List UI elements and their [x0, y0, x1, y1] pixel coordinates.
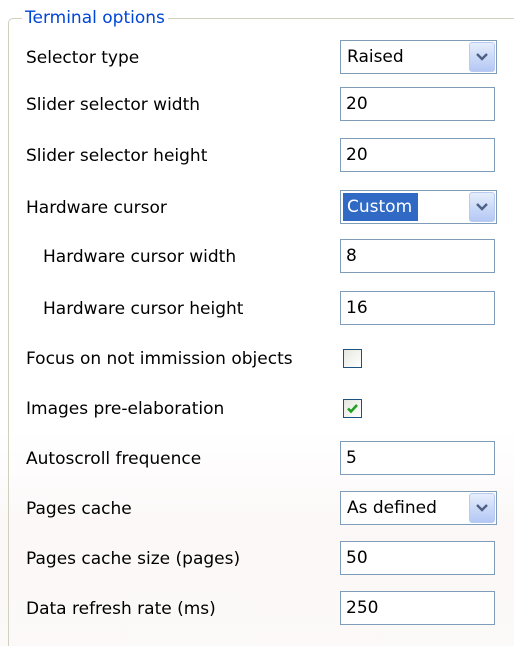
row-focus-on-not-immission: Focus on not immission objects [0, 340, 514, 378]
group-title: Terminal options [22, 7, 168, 29]
hardware-cursor-label: Hardware cursor [26, 198, 167, 218]
row-slider-selector-width: Slider selector width 20 [0, 86, 514, 124]
slider-selector-width-label: Slider selector width [26, 95, 201, 115]
focus-on-not-immission-checkbox[interactable] [343, 349, 362, 368]
hardware-cursor-dropdown[interactable]: Custom [340, 190, 497, 224]
checkmark-icon [347, 404, 358, 414]
pages-cache-size-label: Pages cache size (pages) [26, 549, 241, 569]
row-pages-cache: Pages cache As defined [0, 490, 514, 528]
hardware-cursor-dropdown-button[interactable] [469, 192, 495, 222]
chevron-down-icon [476, 53, 488, 61]
row-selector-type: Selector type Raised [0, 39, 514, 77]
data-refresh-rate-input[interactable]: 250 [340, 591, 495, 625]
pages-cache-size-input[interactable]: 50 [340, 541, 495, 575]
images-pre-elaboration-checkbox[interactable] [343, 399, 362, 418]
pages-cache-label: Pages cache [26, 499, 132, 519]
selector-type-dropdown[interactable]: Raised [340, 40, 497, 74]
pages-cache-dropdown[interactable]: As defined [340, 491, 497, 525]
terminal-options-panel: Terminal options Selector type Raised Sl… [0, 0, 514, 646]
hardware-cursor-value: Custom [343, 193, 419, 221]
images-pre-elaboration-label: Images pre-elaboration [26, 399, 225, 419]
hardware-cursor-height-input[interactable]: 16 [340, 291, 495, 325]
hardware-cursor-width-label: Hardware cursor width [43, 247, 237, 267]
autoscroll-frequence-label: Autoscroll frequence [26, 449, 202, 469]
selector-type-value: Raised [347, 47, 404, 67]
autoscroll-frequence-input[interactable]: 5 [340, 441, 495, 475]
row-images-pre-elaboration: Images pre-elaboration [0, 390, 514, 428]
hardware-cursor-height-label: Hardware cursor height [43, 299, 244, 319]
selector-type-dropdown-button[interactable] [469, 42, 495, 72]
row-slider-selector-height: Slider selector height 20 [0, 137, 514, 175]
row-hardware-cursor-width: Hardware cursor width 8 [0, 238, 514, 276]
row-pages-cache-size: Pages cache size (pages) 50 [0, 540, 514, 578]
chevron-down-icon [476, 504, 488, 512]
focus-on-not-immission-label: Focus on not immission objects [26, 349, 293, 369]
chevron-down-icon [476, 203, 488, 211]
pages-cache-value: As defined [347, 498, 437, 518]
row-hardware-cursor-height: Hardware cursor height 16 [0, 290, 514, 328]
pages-cache-dropdown-button[interactable] [469, 493, 495, 523]
row-data-refresh-rate: Data refresh rate (ms) 250 [0, 590, 514, 628]
slider-selector-height-input[interactable]: 20 [340, 138, 495, 172]
row-autoscroll-frequence: Autoscroll frequence 5 [0, 440, 514, 478]
data-refresh-rate-label: Data refresh rate (ms) [26, 599, 216, 619]
slider-selector-height-label: Slider selector height [26, 146, 208, 166]
hardware-cursor-width-input[interactable]: 8 [340, 239, 495, 273]
row-hardware-cursor: Hardware cursor Custom [0, 189, 514, 227]
slider-selector-width-input[interactable]: 20 [340, 87, 495, 121]
selector-type-label: Selector type [26, 48, 140, 68]
